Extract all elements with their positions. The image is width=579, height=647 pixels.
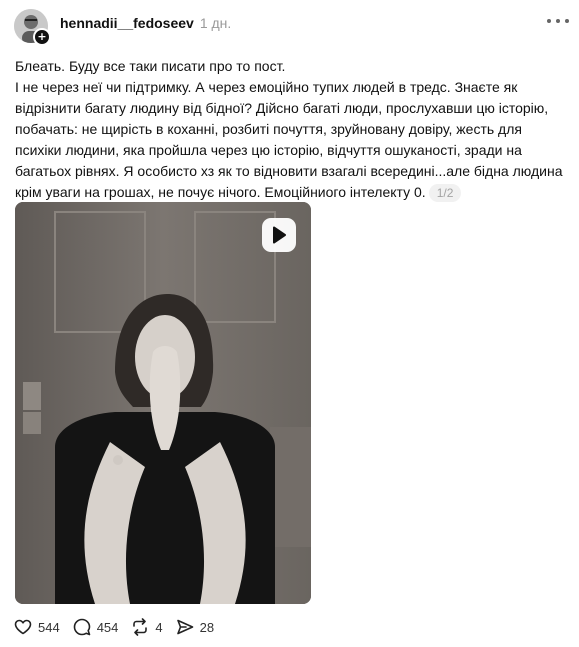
send-icon [176,619,193,635]
reply-count: 454 [96,619,119,635]
post-body: Блеать. Буду все таки писати про то пост… [15,56,570,203]
video-player[interactable] [15,202,311,604]
like-button[interactable]: 544 [14,619,60,635]
post-text-paragraph: І не через неї чи підтримку. А через емо… [15,77,570,203]
more-dot-icon [556,19,560,23]
heart-icon [14,619,32,635]
follow-badge[interactable]: + [33,28,51,46]
comment-icon [73,618,91,636]
repost-icon [133,618,148,636]
play-button[interactable] [262,218,296,252]
repost-count: 4 [155,619,163,635]
reply-button[interactable]: 454 [73,618,119,636]
more-dot-icon [565,19,569,23]
page-indicator: 1/2 [428,184,462,202]
post-text-line: Блеать. Буду все таки писати про то пост… [15,58,286,74]
share-count: 28 [199,619,215,635]
username[interactable]: hennadii__fedoseev [60,15,194,31]
share-button[interactable]: 28 [176,618,214,636]
post-header: hennadii__fedoseev 1 дн. [60,15,231,35]
timestamp: 1 дн. [199,15,232,31]
repost-button[interactable]: 4 [131,618,163,636]
more-options-button[interactable] [547,14,569,28]
video-thumbnail [15,202,311,604]
play-icon [273,226,286,244]
more-dot-icon [547,19,551,23]
avatar-wrapper[interactable]: + [14,9,51,46]
like-count: 544 [38,619,60,635]
post-text-line: І не через неї чи підтримку. А через емо… [15,79,563,200]
post-actions: 544 454 4 28 [14,617,227,637]
